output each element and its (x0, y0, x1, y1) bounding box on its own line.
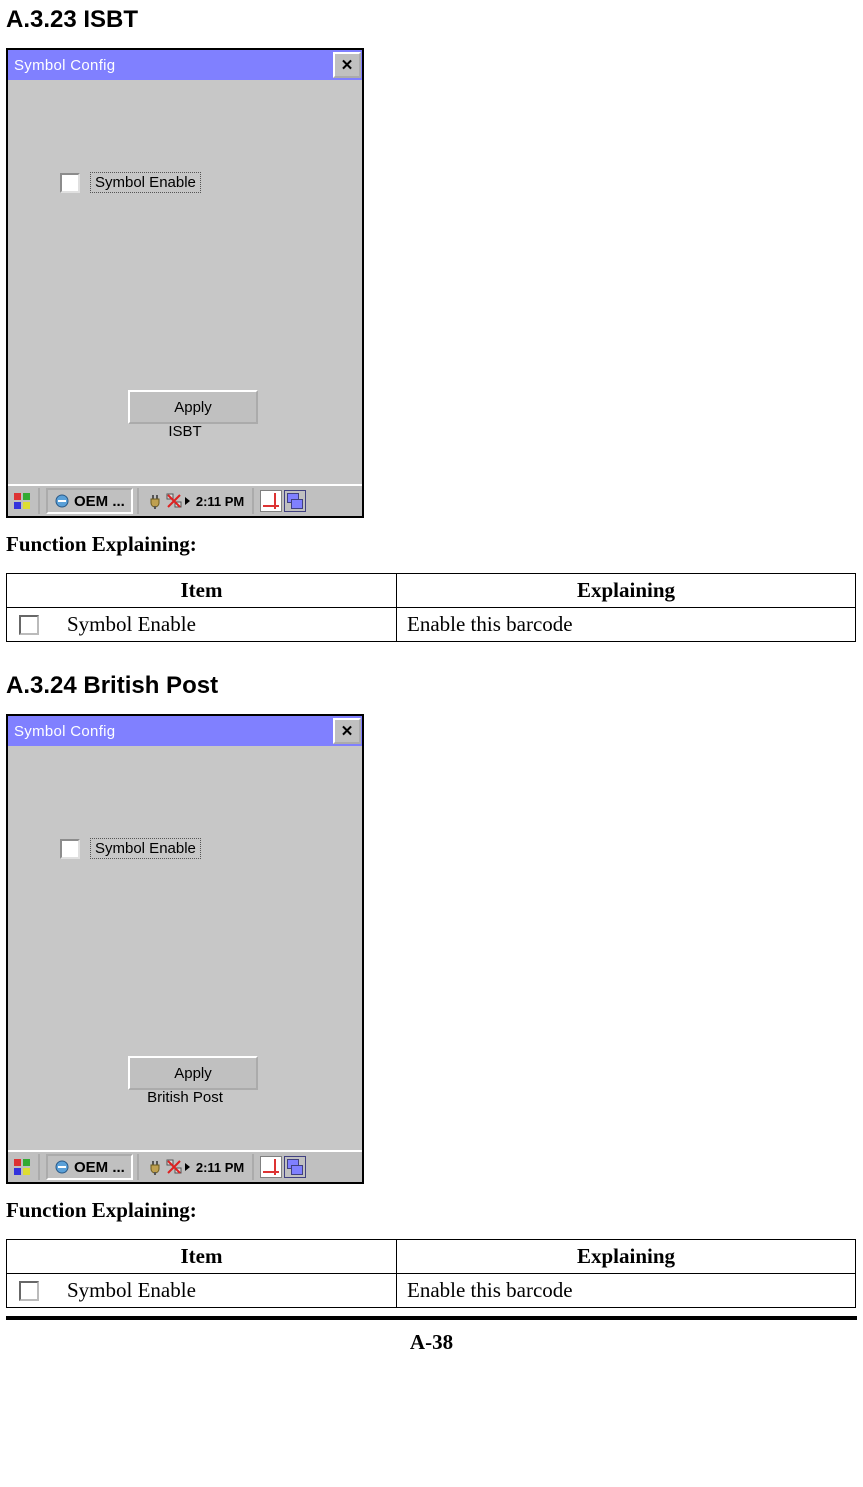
symbol-enable-checkbox-row[interactable]: Symbol Enable (60, 172, 201, 193)
power-icon[interactable] (145, 492, 163, 510)
taskbar-separator (252, 1154, 256, 1180)
sip-keyboard-icon[interactable] (260, 1156, 282, 1178)
close-button[interactable]: ✕ (333, 718, 361, 744)
app-icon (54, 1159, 70, 1175)
close-icon: ✕ (341, 56, 354, 74)
taskbar-app-button[interactable]: OEM ... (46, 488, 133, 514)
table-row: Symbol Enable Enable this barcode (7, 608, 856, 642)
cascade-windows-icon[interactable] (284, 1156, 306, 1178)
client-area: Symbol Enable Apply British Post (8, 746, 362, 1150)
footer-rule (6, 1316, 857, 1320)
col-item: Item (7, 574, 397, 608)
checkbox-icon (19, 1281, 39, 1301)
section-heading-british-post: A.3.24 British Post (6, 672, 857, 700)
taskbar-separator (137, 1154, 141, 1180)
symbol-enable-label: Symbol Enable (90, 838, 201, 859)
checkbox-icon[interactable] (60, 839, 80, 859)
apply-button[interactable]: Apply (128, 1056, 258, 1090)
apply-button-label: Apply (174, 1065, 212, 1082)
network-disconnected-icon[interactable] (165, 1158, 183, 1176)
table-header-row: Item Explaining (7, 574, 856, 608)
taskbar-separator (137, 488, 141, 514)
tray-expand-icon[interactable] (185, 1163, 190, 1171)
taskbar-app-label: OEM ... (74, 1159, 125, 1176)
symbol-enable-label: Symbol Enable (90, 172, 201, 193)
item-explaining: Enable this barcode (397, 608, 856, 642)
col-item: Item (7, 1240, 397, 1274)
table-header-row: Item Explaining (7, 1240, 856, 1274)
section-heading-isbt: A.3.23 ISBT (6, 6, 857, 34)
titlebar: Symbol Config ✕ (8, 716, 362, 746)
checkbox-icon (19, 615, 39, 635)
tab-name-label: ISBT (8, 423, 362, 440)
windows-flag-icon (13, 492, 31, 510)
cascade-windows-icon[interactable] (284, 490, 306, 512)
window-title: Symbol Config (14, 723, 115, 740)
sip-keyboard-icon[interactable] (260, 490, 282, 512)
symbol-config-window-british-post: Symbol Config ✕ Symbol Enable Apply Brit… (6, 714, 364, 1184)
apply-button[interactable]: Apply (128, 390, 258, 424)
close-button[interactable]: ✕ (333, 52, 361, 78)
item-explaining: Enable this barcode (397, 1274, 856, 1308)
tray-expand-icon[interactable] (185, 497, 190, 505)
plug-icon (146, 493, 162, 509)
app-icon (54, 493, 70, 509)
network-disconnected-icon[interactable] (165, 492, 183, 510)
apply-button-label: Apply (174, 399, 212, 416)
checkbox-icon[interactable] (60, 173, 80, 193)
window-title: Symbol Config (14, 57, 115, 74)
col-explaining: Explaining (397, 1240, 856, 1274)
taskbar: OEM ... 2:11 PM (8, 484, 362, 516)
taskbar-separator (38, 1154, 42, 1180)
start-icon[interactable] (10, 1154, 34, 1180)
taskbar-separator (252, 488, 256, 514)
table-row: Symbol Enable Enable this barcode (7, 1274, 856, 1308)
function-explaining-title: Function Explaining: (6, 1198, 857, 1223)
client-area: Symbol Enable Apply ISBT (8, 80, 362, 484)
close-icon: ✕ (341, 722, 354, 740)
taskbar: OEM ... 2:11 PM (8, 1150, 362, 1182)
taskbar-clock: 2:11 PM (196, 494, 244, 509)
page-number: A-38 (6, 1330, 857, 1355)
item-label: Symbol Enable (67, 1278, 196, 1303)
taskbar-clock: 2:11 PM (196, 1160, 244, 1175)
start-icon[interactable] (10, 488, 34, 514)
col-explaining: Explaining (397, 574, 856, 608)
function-explaining-table: Item Explaining Symbol Enable Enable thi… (6, 573, 856, 642)
power-icon[interactable] (145, 1158, 163, 1176)
symbol-config-window-isbt: Symbol Config ✕ Symbol Enable Apply ISBT (6, 48, 364, 518)
function-explaining-table: Item Explaining Symbol Enable Enable thi… (6, 1239, 856, 1308)
function-explaining-title: Function Explaining: (6, 532, 857, 557)
symbol-enable-checkbox-row[interactable]: Symbol Enable (60, 838, 201, 859)
item-label: Symbol Enable (67, 612, 196, 637)
windows-flag-icon (13, 1158, 31, 1176)
taskbar-separator (38, 488, 42, 514)
titlebar: Symbol Config ✕ (8, 50, 362, 80)
tab-name-label: British Post (8, 1089, 362, 1106)
plug-icon (146, 1159, 162, 1175)
taskbar-app-label: OEM ... (74, 493, 125, 510)
taskbar-app-button[interactable]: OEM ... (46, 1154, 133, 1180)
